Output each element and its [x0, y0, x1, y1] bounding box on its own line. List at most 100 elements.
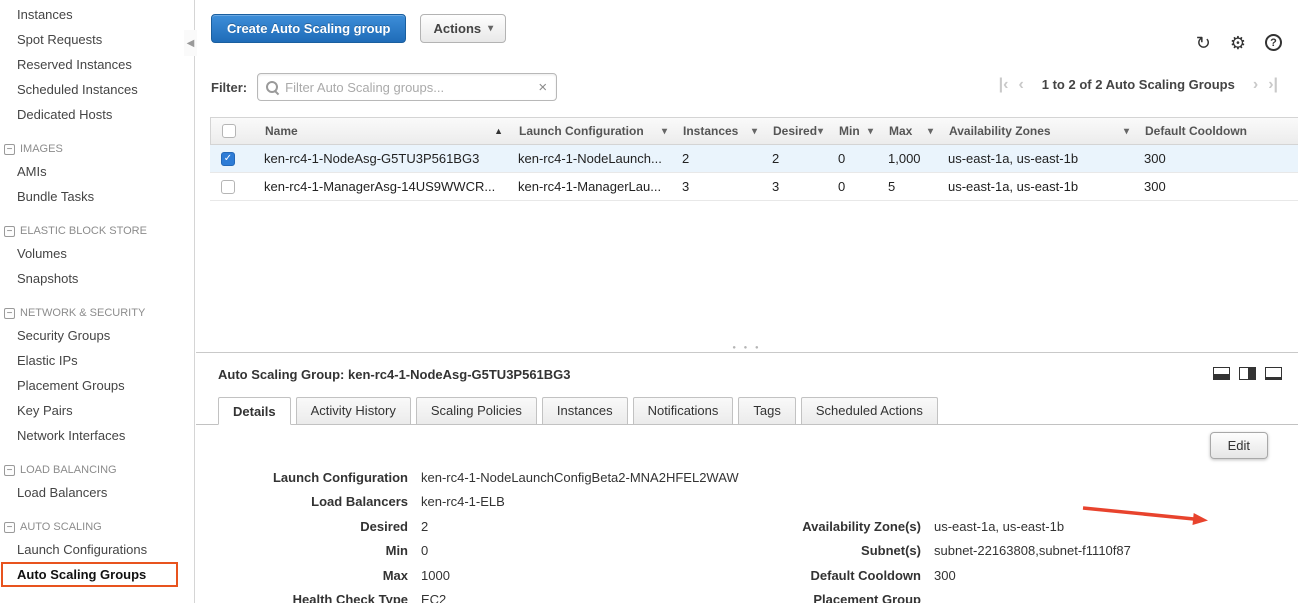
field-label: Min — [218, 543, 408, 558]
sidebar-item-elastic-ips[interactable]: Elastic IPs — [0, 348, 194, 373]
layout-bottom-pane-icon[interactable] — [1213, 367, 1230, 380]
column-filter-icon: ▾ — [752, 126, 757, 137]
field-value: 300 — [934, 568, 956, 583]
clear-filter-icon[interactable]: × — [529, 79, 556, 96]
tab-tags[interactable]: Tags — [738, 397, 795, 424]
collapse-section-icon: − — [4, 144, 15, 155]
cell-name: ken-rc4-1-ManagerAsg-14US9WWCR... — [246, 173, 508, 200]
sidebar-section-label: IMAGES — [20, 143, 63, 155]
layout-no-pane-icon[interactable] — [1265, 367, 1282, 380]
sidebar-item-volumes[interactable]: Volumes — [0, 241, 194, 266]
sidebar-item-auto-scaling-groups[interactable]: Auto Scaling Groups — [1, 562, 178, 587]
cell-availability-zones: us-east-1a, us-east-1b — [938, 173, 1134, 200]
checkbox-icon — [221, 180, 235, 194]
default-cooldown: 300 — [1144, 151, 1166, 166]
tab-scaling-policies[interactable]: Scaling Policies — [416, 397, 537, 424]
field-row: Availability Zone(s) us-east-1a, us-east… — [751, 514, 1131, 539]
first-page-button[interactable]: |‹ — [999, 78, 1009, 92]
refresh-icon[interactable]: ↻ — [1196, 35, 1211, 51]
sidebar-item-load-balancers[interactable]: Load Balancers — [0, 480, 194, 505]
column-label: Desired — [773, 124, 817, 138]
filter-input[interactable] — [285, 80, 529, 95]
checkbox-checked-icon: ✓ — [221, 152, 235, 166]
tab-instances[interactable]: Instances — [542, 397, 628, 424]
tab-scheduled-actions[interactable]: Scheduled Actions — [801, 397, 938, 424]
sidebar-item-key-pairs[interactable]: Key Pairs — [0, 398, 194, 423]
pagination-text: 1 to 2 of 2 Auto Scaling Groups — [1042, 77, 1235, 92]
column-label: Launch Configuration — [519, 124, 644, 138]
sidebar-section-elastic-block-store[interactable]: − ELASTIC BLOCK STORE — [0, 221, 194, 241]
field-row: Subnet(s) subnet-22163808,subnet-f1110f8… — [751, 539, 1131, 564]
column-header-availability-zones[interactable]: Availability Zones ▾ — [939, 118, 1135, 144]
column-header-name[interactable]: Name ▲ — [247, 118, 509, 144]
panel-resize-handle[interactable]: ● ● ● — [724, 345, 769, 351]
prev-page-button[interactable]: ‹ — [1018, 78, 1023, 92]
field-value: us-east-1a, us-east-1b — [934, 519, 1064, 534]
field-row: Default Cooldown 300 — [751, 563, 1131, 588]
column-header-launch-configuration[interactable]: Launch Configuration ▾ — [509, 118, 673, 144]
table-row[interactable]: ✓ ken-rc4-1-NodeAsg-G5TU3P561BG3 ken-rc4… — [210, 145, 1298, 173]
sidebar-item-instances[interactable]: Instances — [0, 2, 194, 27]
gear-icon[interactable]: ⚙ — [1230, 35, 1246, 51]
tab-notifications[interactable]: Notifications — [633, 397, 734, 424]
field-label: Subnet(s) — [751, 543, 921, 558]
sidebar-section-images[interactable]: − IMAGES — [0, 139, 194, 159]
help-icon[interactable]: ? — [1265, 34, 1282, 51]
field-value: EC2 — [421, 592, 446, 603]
actions-button-label: Actions — [433, 21, 481, 36]
collapse-section-icon: − — [4, 522, 15, 533]
sidebar-item-snapshots[interactable]: Snapshots — [0, 266, 194, 291]
desired-count: 3 — [772, 179, 779, 194]
create-auto-scaling-group-button[interactable]: Create Auto Scaling group — [211, 14, 406, 43]
sidebar-item-dedicated-hosts[interactable]: Dedicated Hosts — [0, 102, 194, 127]
cell-default-cooldown: 300 — [1134, 145, 1298, 172]
column-filter-icon: ▾ — [928, 126, 933, 137]
tab-details[interactable]: Details — [218, 397, 291, 425]
column-header-desired[interactable]: Desired ▾ — [763, 118, 829, 144]
availability-zones: us-east-1a, us-east-1b — [948, 151, 1078, 166]
column-header-min[interactable]: Min ▾ — [829, 118, 879, 144]
sidebar-item-launch-configurations[interactable]: Launch Configurations — [0, 537, 194, 562]
next-page-button[interactable]: › — [1253, 78, 1258, 92]
sidebar-item-reserved-instances[interactable]: Reserved Instances — [0, 52, 194, 77]
column-header-instances[interactable]: Instances ▾ — [673, 118, 763, 144]
field-label: Load Balancers — [218, 494, 408, 509]
tab-activity-history[interactable]: Activity History — [296, 397, 411, 424]
sidebar-item-spot-requests[interactable]: Spot Requests — [0, 27, 194, 52]
field-label: Max — [218, 568, 408, 583]
layout-right-pane-icon[interactable] — [1239, 367, 1256, 380]
cell-availability-zones: us-east-1a, us-east-1b — [938, 145, 1134, 172]
row-checkbox[interactable] — [210, 173, 246, 200]
sidebar-item-scheduled-instances[interactable]: Scheduled Instances — [0, 77, 194, 102]
field-value: ken-rc4-1-ELB — [421, 494, 505, 509]
sidebar-section-auto-scaling[interactable]: − AUTO SCALING — [0, 517, 194, 537]
field-value: 2 — [421, 519, 428, 534]
actions-button[interactable]: Actions ▾ — [420, 14, 506, 43]
column-header-default-cooldown[interactable]: Default Cooldown — [1135, 118, 1298, 144]
column-label: Instances — [683, 124, 738, 138]
availability-zones: us-east-1a, us-east-1b — [948, 179, 1078, 194]
cell-desired: 3 — [762, 173, 828, 200]
column-label: Default Cooldown — [1145, 124, 1247, 138]
sidebar-item-network-interfaces[interactable]: Network Interfaces — [0, 423, 194, 448]
sidebar-item-amis[interactable]: AMIs — [0, 159, 194, 184]
instances-count: 3 — [682, 179, 689, 194]
sidebar-item-bundle-tasks[interactable]: Bundle Tasks — [0, 184, 194, 209]
sidebar-section-network-security[interactable]: − NETWORK & SECURITY — [0, 303, 194, 323]
column-label: Name — [265, 124, 298, 138]
sidebar-section-load-balancing[interactable]: − LOAD BALANCING — [0, 460, 194, 480]
sidebar-section-label: LOAD BALANCING — [20, 464, 117, 476]
table-row[interactable]: ken-rc4-1-ManagerAsg-14US9WWCR... ken-rc… — [210, 173, 1298, 201]
cell-name: ken-rc4-1-NodeAsg-G5TU3P561BG3 — [246, 145, 508, 172]
sidebar-item-placement-groups[interactable]: Placement Groups — [0, 373, 194, 398]
sidebar-item-security-groups[interactable]: Security Groups — [0, 323, 194, 348]
asg-name: ken-rc4-1-ManagerAsg-14US9WWCR... — [264, 179, 495, 194]
field-value: 0 — [421, 543, 428, 558]
column-header-max[interactable]: Max ▾ — [879, 118, 939, 144]
select-all-checkbox[interactable] — [211, 118, 247, 144]
collapse-section-icon: − — [4, 226, 15, 237]
edit-button[interactable]: Edit — [1210, 432, 1268, 459]
sidebar-nav: Instances Spot Requests Reserved Instanc… — [0, 0, 195, 603]
last-page-button[interactable]: ›| — [1268, 78, 1278, 92]
row-checkbox[interactable]: ✓ — [210, 145, 246, 172]
